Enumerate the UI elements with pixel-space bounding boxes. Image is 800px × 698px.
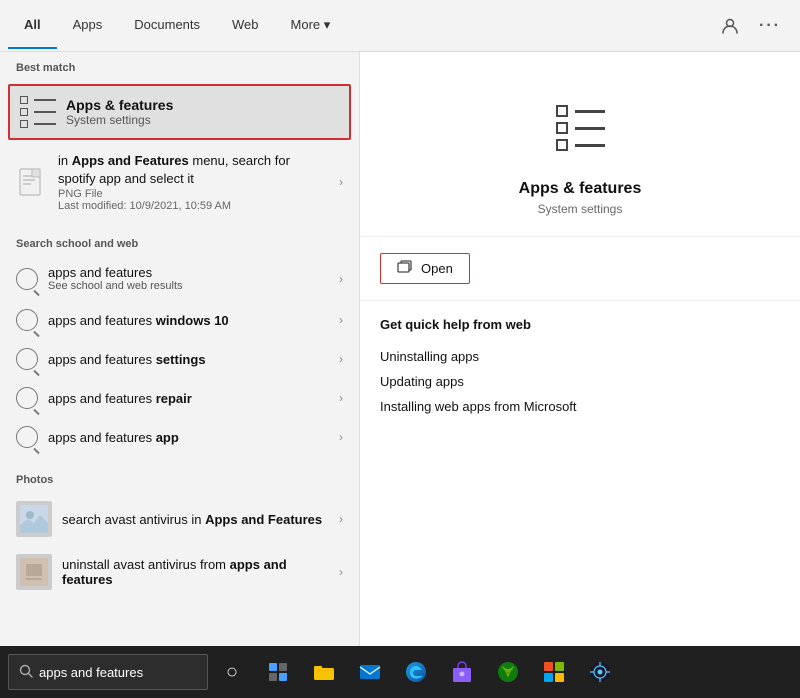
tab-web[interactable]: Web bbox=[216, 3, 275, 49]
file-item[interactable]: in Apps and Features menu, search for sp… bbox=[4, 144, 355, 220]
right-top: Apps & features System settings bbox=[360, 52, 800, 237]
file-thumbnail-icon bbox=[16, 166, 48, 198]
photo-thumb-1 bbox=[16, 554, 52, 590]
web-item-3-chevron: › bbox=[339, 391, 343, 405]
large-settings-icon bbox=[556, 105, 605, 151]
tab-more[interactable]: More ▾ bbox=[275, 3, 347, 49]
tab-apps[interactable]: Apps bbox=[57, 3, 119, 49]
search-box[interactable] bbox=[8, 654, 208, 690]
more-options-icon[interactable]: ··· bbox=[756, 12, 784, 40]
web-item-0-chevron: › bbox=[339, 272, 343, 286]
large-dot-1 bbox=[556, 105, 568, 117]
icon-line-3 bbox=[34, 123, 56, 125]
left-panel: Best match Apps & features System settin… bbox=[0, 52, 360, 646]
apps-features-icon bbox=[22, 96, 54, 128]
photo-item-1-chevron: › bbox=[339, 565, 343, 579]
tab-documents[interactable]: Documents bbox=[118, 3, 216, 49]
taskbar-xbox-btn[interactable] bbox=[486, 650, 530, 694]
taskbar-mail-btn[interactable] bbox=[348, 650, 392, 694]
web-section: Search school and web apps and features … bbox=[0, 228, 359, 456]
taskbar-store-btn[interactable] bbox=[440, 650, 484, 694]
open-icon bbox=[397, 260, 413, 277]
web-item-0[interactable]: apps and features See school and web res… bbox=[4, 257, 355, 300]
file-modified: Last modified: 10/9/2021, 10:59 AM bbox=[58, 200, 329, 212]
file-item-chevron: › bbox=[339, 175, 343, 189]
search-icon-0 bbox=[16, 268, 38, 290]
web-item-0-sub: See school and web results bbox=[48, 280, 329, 292]
icon-line-1 bbox=[34, 99, 56, 101]
best-match-title: Apps & features bbox=[66, 97, 337, 113]
icon-line-2 bbox=[34, 111, 56, 113]
file-type: PNG File bbox=[58, 188, 329, 200]
taskbar-search-icon bbox=[19, 664, 33, 681]
web-item-3-text: apps and features repair bbox=[48, 391, 329, 406]
photo-item-1-text: uninstall avast antivirus from apps and … bbox=[62, 557, 329, 587]
web-section-label: Search school and web bbox=[0, 228, 359, 256]
best-match-label: Best match bbox=[0, 52, 359, 80]
person-icon[interactable] bbox=[716, 12, 744, 40]
web-item-4-chevron: › bbox=[339, 430, 343, 444]
search-icon-4 bbox=[16, 426, 38, 448]
right-actions: Open bbox=[360, 237, 800, 301]
taskbar: ○ bbox=[0, 646, 800, 698]
web-item-3[interactable]: apps and features repair › bbox=[4, 379, 355, 417]
help-link-1[interactable]: Updating apps bbox=[380, 369, 780, 394]
icon-dot-2 bbox=[20, 108, 28, 116]
icon-dot-1 bbox=[20, 96, 28, 104]
taskbar-settings-game-btn[interactable] bbox=[578, 650, 622, 694]
nav-tabs: All Apps Documents Web More ▾ bbox=[8, 3, 716, 49]
taskbar-circle-btn[interactable]: ○ bbox=[210, 650, 254, 694]
photo-item-1[interactable]: uninstall avast antivirus from apps and … bbox=[4, 546, 355, 598]
web-item-0-main: apps and features bbox=[48, 265, 329, 280]
right-panel: Apps & features System settings Open Get… bbox=[360, 52, 800, 646]
open-button[interactable]: Open bbox=[380, 253, 470, 284]
photo-item-0-chevron: › bbox=[339, 512, 343, 526]
tab-all[interactable]: All bbox=[8, 3, 57, 49]
right-help: Get quick help from web Uninstalling app… bbox=[360, 301, 800, 435]
taskbar-explorer-btn[interactable] bbox=[302, 650, 346, 694]
right-app-subtitle: System settings bbox=[538, 202, 623, 216]
taskbar-grid-btn[interactable] bbox=[256, 650, 300, 694]
open-button-label: Open bbox=[421, 261, 453, 276]
large-line-2 bbox=[575, 127, 605, 130]
taskbar-edge-btn[interactable] bbox=[394, 650, 438, 694]
photo-thumb-0 bbox=[16, 501, 52, 537]
nav-icons: ··· bbox=[716, 12, 792, 40]
large-dot-3 bbox=[556, 139, 568, 151]
web-item-2[interactable]: apps and features settings › bbox=[4, 340, 355, 378]
best-match-text: Apps & features System settings bbox=[66, 97, 337, 127]
web-item-2-chevron: › bbox=[339, 352, 343, 366]
taskbar-search-input[interactable] bbox=[39, 665, 197, 680]
photos-section: Photos search avast antivirus in Apps an… bbox=[0, 464, 359, 598]
file-item-text: in Apps and Features menu, search for sp… bbox=[58, 152, 329, 212]
large-line-1 bbox=[575, 110, 605, 113]
web-item-4-text: apps and features app bbox=[48, 430, 329, 445]
web-item-1-chevron: › bbox=[339, 313, 343, 327]
search-icon-3 bbox=[16, 387, 38, 409]
right-app-icon bbox=[544, 92, 616, 164]
web-item-1[interactable]: apps and features windows 10 › bbox=[4, 301, 355, 339]
file-item-title: in Apps and Features menu, search for sp… bbox=[58, 152, 329, 188]
photos-label: Photos bbox=[0, 464, 359, 492]
taskbar-colorful-btn[interactable] bbox=[532, 650, 576, 694]
icon-dot-3 bbox=[20, 120, 28, 128]
web-item-2-text: apps and features settings bbox=[48, 352, 329, 367]
search-icon-1 bbox=[16, 309, 38, 331]
photo-item-0[interactable]: search avast antivirus in Apps and Featu… bbox=[4, 493, 355, 545]
large-line-3 bbox=[575, 144, 605, 147]
help-link-0[interactable]: Uninstalling apps bbox=[380, 344, 780, 369]
web-item-0-text: apps and features See school and web res… bbox=[48, 265, 329, 292]
main-area: Best match Apps & features System settin… bbox=[0, 52, 800, 646]
best-match-subtitle: System settings bbox=[66, 113, 337, 127]
search-icon-2 bbox=[16, 348, 38, 370]
best-match-item[interactable]: Apps & features System settings bbox=[8, 84, 351, 140]
right-app-title: Apps & features bbox=[519, 180, 642, 198]
top-nav: All Apps Documents Web More ▾ ··· bbox=[0, 0, 800, 52]
help-title: Get quick help from web bbox=[380, 317, 780, 332]
photo-item-0-text: search avast antivirus in Apps and Featu… bbox=[62, 512, 329, 527]
large-dot-2 bbox=[556, 122, 568, 134]
web-item-1-text: apps and features windows 10 bbox=[48, 313, 329, 328]
help-link-2[interactable]: Installing web apps from Microsoft bbox=[380, 394, 780, 419]
web-item-4[interactable]: apps and features app › bbox=[4, 418, 355, 456]
